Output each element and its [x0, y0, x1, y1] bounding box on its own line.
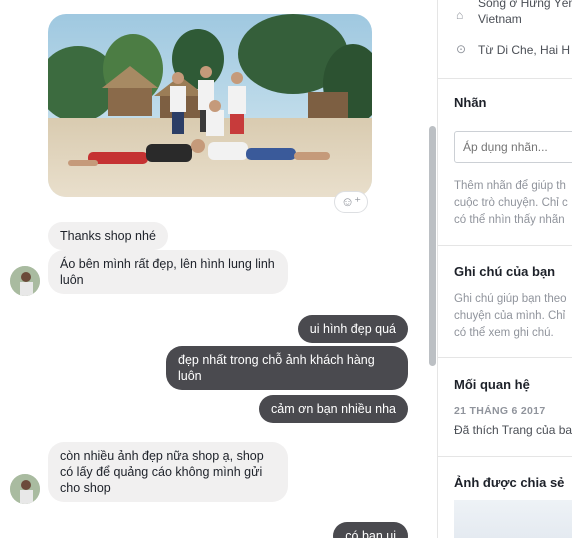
relationship-text: Đã thích Trang của ba: [454, 423, 572, 437]
divider: [438, 78, 572, 79]
message-incoming: còn nhiều ảnh đẹp nữa shop ạ, shop có lấ…: [48, 442, 288, 502]
from-location: Từ Di Che, Hai H: [478, 43, 571, 57]
group-photo: [48, 14, 372, 197]
lives-in-line2: Vietnam: [478, 12, 522, 26]
shared-photo-thumbnail[interactable]: [454, 500, 572, 538]
conversation-pane: ☺⁺ Thanks shop nhé Áo bên mình rất đẹp, …: [0, 0, 436, 538]
avatar[interactable]: [10, 474, 40, 504]
message-incoming: Áo bên mình rất đẹp, lên hình lung linh …: [48, 250, 288, 294]
notes-title: Ghi chú của bạn: [454, 264, 556, 279]
chat-scrollbar[interactable]: [429, 126, 436, 366]
divider: [438, 456, 572, 457]
labels-title: Nhãn: [454, 95, 487, 110]
relationship-title: Mối quan hệ: [454, 377, 530, 392]
message-outgoing: đẹp nhất trong chỗ ảnh khách hàng luôn: [166, 346, 408, 390]
relationship-date: 21 THÁNG 6 2017: [454, 405, 546, 417]
message-outgoing: ui hình đẹp quá: [297, 315, 408, 343]
labels-input[interactable]: [454, 131, 572, 163]
lives-in-line1: Sống ở Hưng Yên,: [478, 0, 572, 10]
conversation-info-pane: ⌂ Sống ở Hưng Yên, Vietnam ⊙ Từ Di Che, …: [437, 0, 572, 538]
location-pin-icon: ⊙: [456, 42, 467, 56]
home-icon: ⌂: [456, 8, 464, 22]
smiley-plus-icon[interactable]: ☺⁺: [334, 191, 368, 213]
message-outgoing: có bạn ui: [333, 522, 408, 538]
message-outgoing: cảm ơn bạn nhiều nha: [259, 395, 408, 423]
divider: [438, 357, 572, 358]
shared-photos-title: Ảnh được chia sẻ: [454, 475, 565, 490]
divider: [438, 245, 572, 246]
message-incoming: Thanks shop nhé: [48, 222, 168, 250]
notes-help: Ghi chú giúp bạn theo chuyện của mình. C…: [454, 293, 567, 339]
avatar[interactable]: [10, 266, 40, 296]
shared-photo-message[interactable]: [48, 14, 372, 197]
labels-help: Thêm nhãn để giúp th cuộc trò chuyện. Ch…: [454, 180, 568, 226]
